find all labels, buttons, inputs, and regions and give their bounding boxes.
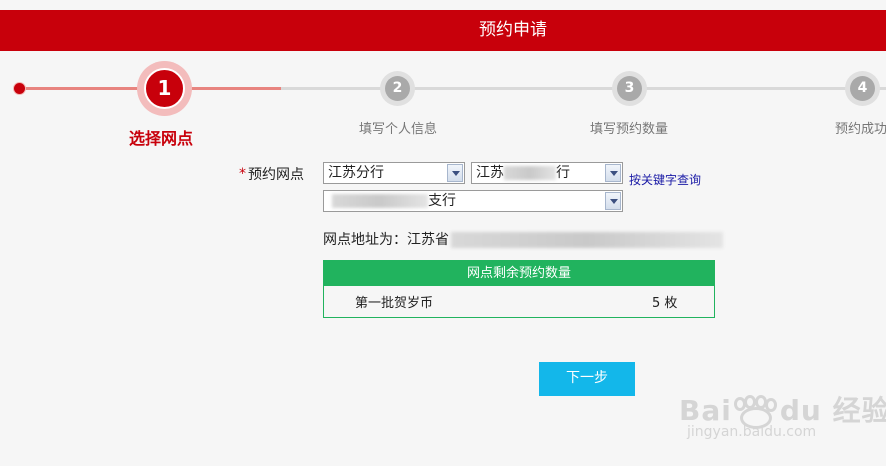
step-4-label: 预约成功: [835, 122, 886, 137]
chevron-down-icon[interactable]: [447, 164, 463, 182]
table-row: 第一批贺岁币 5 枚: [324, 286, 714, 317]
step-3-number: 3: [617, 76, 642, 101]
watermark-url: jingyan.baidu.com: [687, 424, 817, 440]
step-4-circle: 4: [845, 71, 880, 106]
branch-address-prefix: 网点地址为：江苏省: [323, 232, 449, 248]
step-1-label: 选择网点: [129, 129, 194, 148]
city-branch-suffix: 行: [556, 165, 570, 181]
chevron-down-icon[interactable]: [605, 192, 621, 210]
step-2-circle: 2: [380, 71, 415, 106]
next-step-button[interactable]: 下一步: [539, 362, 635, 396]
step-2-label: 填写个人信息: [359, 122, 438, 137]
province-branch-select[interactable]: 江苏分行: [323, 162, 465, 184]
coin-batch-name: 第一批贺岁币: [355, 296, 434, 311]
header-bar: 预约申请: [0, 10, 886, 51]
step-1-circle: 1: [137, 61, 192, 116]
step-2-number: 2: [385, 76, 410, 101]
subbranch-suffix: 支行: [428, 193, 456, 209]
subbranch-select[interactable]: 支行: [323, 190, 623, 212]
step-3-label: 填写预约数量: [590, 122, 669, 137]
progress-track-remaining: [281, 87, 886, 90]
baidu-jingyan-watermark: Bai du 经验: [679, 394, 886, 429]
progress-start-dot: [14, 83, 25, 94]
redacted-address: [451, 232, 723, 248]
step-1-number: 1: [144, 68, 185, 109]
chevron-down-icon[interactable]: [605, 164, 621, 182]
step-3-circle: 3: [612, 71, 647, 106]
step-4-number: 4: [850, 76, 875, 101]
city-branch-prefix: 江苏: [476, 165, 504, 181]
quota-table-header: 网点剩余预约数量: [324, 261, 714, 286]
remaining-quantity: 5 枚: [652, 296, 678, 311]
redacted-text: [332, 194, 428, 208]
province-branch-value: 江苏分行: [328, 165, 384, 181]
branch-label: 预约网点: [248, 167, 304, 183]
keyword-search-link[interactable]: 按关键字查询: [629, 171, 701, 188]
required-mark: *: [239, 166, 246, 182]
redacted-text: [504, 166, 556, 180]
page-title: 预约申请: [479, 20, 547, 40]
city-branch-select[interactable]: 江苏 行: [471, 162, 623, 184]
quota-table: 网点剩余预约数量 第一批贺岁币 5 枚: [323, 260, 715, 318]
branch-address: 网点地址为：江苏省: [323, 229, 723, 249]
